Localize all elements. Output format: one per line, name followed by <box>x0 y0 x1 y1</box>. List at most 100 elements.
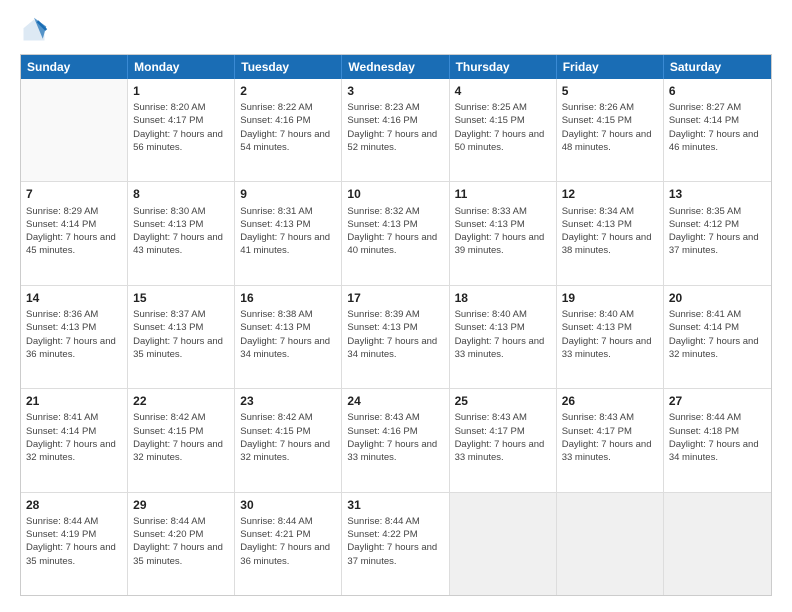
day-number: 15 <box>133 290 229 306</box>
header-day-thursday: Thursday <box>450 55 557 79</box>
page: SundayMondayTuesdayWednesdayThursdayFrid… <box>0 0 792 612</box>
cell-info: Sunrise: 8:33 AMSunset: 4:13 PMDaylight:… <box>455 205 551 258</box>
cell-info: Sunrise: 8:44 AMSunset: 4:19 PMDaylight:… <box>26 515 122 568</box>
cell-info: Sunrise: 8:31 AMSunset: 4:13 PMDaylight:… <box>240 205 336 258</box>
calendar-cell: 1 Sunrise: 8:20 AMSunset: 4:17 PMDaylight… <box>128 79 235 181</box>
calendar-row-2: 14Sunrise: 8:36 AMSunset: 4:13 PMDayligh… <box>21 286 771 389</box>
day-number: 31 <box>347 497 443 513</box>
cell-info: Sunrise: 8:40 AMSunset: 4:13 PMDaylight:… <box>455 308 551 361</box>
day-number: 25 <box>455 393 551 409</box>
header-day-saturday: Saturday <box>664 55 771 79</box>
calendar-cell: 5 Sunrise: 8:26 AMSunset: 4:15 PMDaylight… <box>557 79 664 181</box>
calendar-cell: 3 Sunrise: 8:23 AMSunset: 4:16 PMDaylight… <box>342 79 449 181</box>
cell-info: Sunrise: 8:38 AMSunset: 4:13 PMDaylight:… <box>240 308 336 361</box>
calendar-cell: 17 Sunrise: 8:39 AMSunset: 4:13 PMDayligh… <box>342 286 449 388</box>
calendar-cell: 23 Sunrise: 8:42 AMSunset: 4:15 PMDayligh… <box>235 389 342 491</box>
day-number: 14 <box>26 290 122 306</box>
calendar-cell: 12Sunrise: 8:34 AMSunset: 4:13 PMDayligh… <box>557 182 664 284</box>
day-number: 16 <box>240 290 336 306</box>
day-number: 24 <box>347 393 443 409</box>
calendar-cell: 4 Sunrise: 8:25 AMSunset: 4:15 PMDaylight… <box>450 79 557 181</box>
calendar-body: 1 Sunrise: 8:20 AMSunset: 4:17 PMDaylight… <box>21 79 771 595</box>
day-number: 4 <box>455 83 551 99</box>
day-number: 22 <box>133 393 229 409</box>
day-number: 28 <box>26 497 122 513</box>
calendar-cell: 25Sunrise: 8:43 AMSunset: 4:17 PMDayligh… <box>450 389 557 491</box>
day-number: 7 <box>26 186 122 202</box>
day-number: 1 <box>133 83 229 99</box>
calendar-row-1: 7 Sunrise: 8:29 AMSunset: 4:14 PMDaylight… <box>21 182 771 285</box>
header <box>20 16 772 44</box>
calendar-cell: 6 Sunrise: 8:27 AMSunset: 4:14 PMDaylight… <box>664 79 771 181</box>
cell-info: Sunrise: 8:43 AMSunset: 4:16 PMDaylight:… <box>347 411 443 464</box>
calendar-cell: 2 Sunrise: 8:22 AMSunset: 4:16 PMDaylight… <box>235 79 342 181</box>
day-number: 8 <box>133 186 229 202</box>
logo-icon <box>20 16 48 44</box>
calendar-cell: 29 Sunrise: 8:44 AMSunset: 4:20 PMDayligh… <box>128 493 235 595</box>
calendar-cell: 24 Sunrise: 8:43 AMSunset: 4:16 PMDayligh… <box>342 389 449 491</box>
calendar-cell: 7 Sunrise: 8:29 AMSunset: 4:14 PMDaylight… <box>21 182 128 284</box>
cell-info: Sunrise: 8:43 AMSunset: 4:17 PMDaylight:… <box>562 411 658 464</box>
cell-info: Sunrise: 8:27 AMSunset: 4:14 PMDaylight:… <box>669 101 766 154</box>
calendar-cell: 20 Sunrise: 8:41 AMSunset: 4:14 PMDayligh… <box>664 286 771 388</box>
calendar-cell: 11 Sunrise: 8:33 AMSunset: 4:13 PMDayligh… <box>450 182 557 284</box>
calendar-cell <box>21 79 128 181</box>
day-number: 6 <box>669 83 766 99</box>
calendar-cell: 26 Sunrise: 8:43 AMSunset: 4:17 PMDayligh… <box>557 389 664 491</box>
cell-info: Sunrise: 8:22 AMSunset: 4:16 PMDaylight:… <box>240 101 336 154</box>
cell-info: Sunrise: 8:35 AMSunset: 4:12 PMDaylight:… <box>669 205 766 258</box>
day-number: 11 <box>455 186 551 202</box>
calendar-cell: 30 Sunrise: 8:44 AMSunset: 4:21 PMDayligh… <box>235 493 342 595</box>
day-number: 21 <box>26 393 122 409</box>
calendar-cell: 10Sunrise: 8:32 AMSunset: 4:13 PMDayligh… <box>342 182 449 284</box>
calendar-cell <box>557 493 664 595</box>
cell-info: Sunrise: 8:26 AMSunset: 4:15 PMDaylight:… <box>562 101 658 154</box>
day-number: 19 <box>562 290 658 306</box>
day-number: 5 <box>562 83 658 99</box>
day-number: 26 <box>562 393 658 409</box>
cell-info: Sunrise: 8:42 AMSunset: 4:15 PMDaylight:… <box>133 411 229 464</box>
header-day-wednesday: Wednesday <box>342 55 449 79</box>
calendar-cell <box>664 493 771 595</box>
calendar-header: SundayMondayTuesdayWednesdayThursdayFrid… <box>21 55 771 79</box>
calendar-cell: 9Sunrise: 8:31 AMSunset: 4:13 PMDaylight… <box>235 182 342 284</box>
cell-info: Sunrise: 8:42 AMSunset: 4:15 PMDaylight:… <box>240 411 336 464</box>
calendar-cell: 31 Sunrise: 8:44 AMSunset: 4:22 PMDayligh… <box>342 493 449 595</box>
calendar: SundayMondayTuesdayWednesdayThursdayFrid… <box>20 54 772 596</box>
cell-info: Sunrise: 8:44 AMSunset: 4:20 PMDaylight:… <box>133 515 229 568</box>
calendar-row-0: 1 Sunrise: 8:20 AMSunset: 4:17 PMDaylight… <box>21 79 771 182</box>
calendar-cell: 27Sunrise: 8:44 AMSunset: 4:18 PMDayligh… <box>664 389 771 491</box>
day-number: 23 <box>240 393 336 409</box>
cell-info: Sunrise: 8:39 AMSunset: 4:13 PMDaylight:… <box>347 308 443 361</box>
cell-info: Sunrise: 8:37 AMSunset: 4:13 PMDaylight:… <box>133 308 229 361</box>
day-number: 2 <box>240 83 336 99</box>
cell-info: Sunrise: 8:29 AMSunset: 4:14 PMDaylight:… <box>26 205 122 258</box>
calendar-cell: 16 Sunrise: 8:38 AMSunset: 4:13 PMDayligh… <box>235 286 342 388</box>
day-number: 13 <box>669 186 766 202</box>
day-number: 17 <box>347 290 443 306</box>
day-number: 12 <box>562 186 658 202</box>
calendar-row-3: 21 Sunrise: 8:41 AMSunset: 4:14 PMDayligh… <box>21 389 771 492</box>
calendar-cell: 13 Sunrise: 8:35 AMSunset: 4:12 PMDayligh… <box>664 182 771 284</box>
calendar-cell: 21 Sunrise: 8:41 AMSunset: 4:14 PMDayligh… <box>21 389 128 491</box>
cell-info: Sunrise: 8:44 AMSunset: 4:21 PMDaylight:… <box>240 515 336 568</box>
calendar-row-4: 28 Sunrise: 8:44 AMSunset: 4:19 PMDayligh… <box>21 493 771 595</box>
cell-info: Sunrise: 8:41 AMSunset: 4:14 PMDaylight:… <box>26 411 122 464</box>
day-number: 20 <box>669 290 766 306</box>
header-day-tuesday: Tuesday <box>235 55 342 79</box>
header-day-sunday: Sunday <box>21 55 128 79</box>
day-number: 30 <box>240 497 336 513</box>
cell-info: Sunrise: 8:32 AMSunset: 4:13 PMDaylight:… <box>347 205 443 258</box>
day-number: 29 <box>133 497 229 513</box>
day-number: 3 <box>347 83 443 99</box>
calendar-cell: 15 Sunrise: 8:37 AMSunset: 4:13 PMDayligh… <box>128 286 235 388</box>
cell-info: Sunrise: 8:44 AMSunset: 4:22 PMDaylight:… <box>347 515 443 568</box>
calendar-cell <box>450 493 557 595</box>
cell-info: Sunrise: 8:25 AMSunset: 4:15 PMDaylight:… <box>455 101 551 154</box>
cell-info: Sunrise: 8:23 AMSunset: 4:16 PMDaylight:… <box>347 101 443 154</box>
cell-info: Sunrise: 8:20 AMSunset: 4:17 PMDaylight:… <box>133 101 229 154</box>
calendar-cell: 28 Sunrise: 8:44 AMSunset: 4:19 PMDayligh… <box>21 493 128 595</box>
cell-info: Sunrise: 8:41 AMSunset: 4:14 PMDaylight:… <box>669 308 766 361</box>
header-day-monday: Monday <box>128 55 235 79</box>
day-number: 27 <box>669 393 766 409</box>
